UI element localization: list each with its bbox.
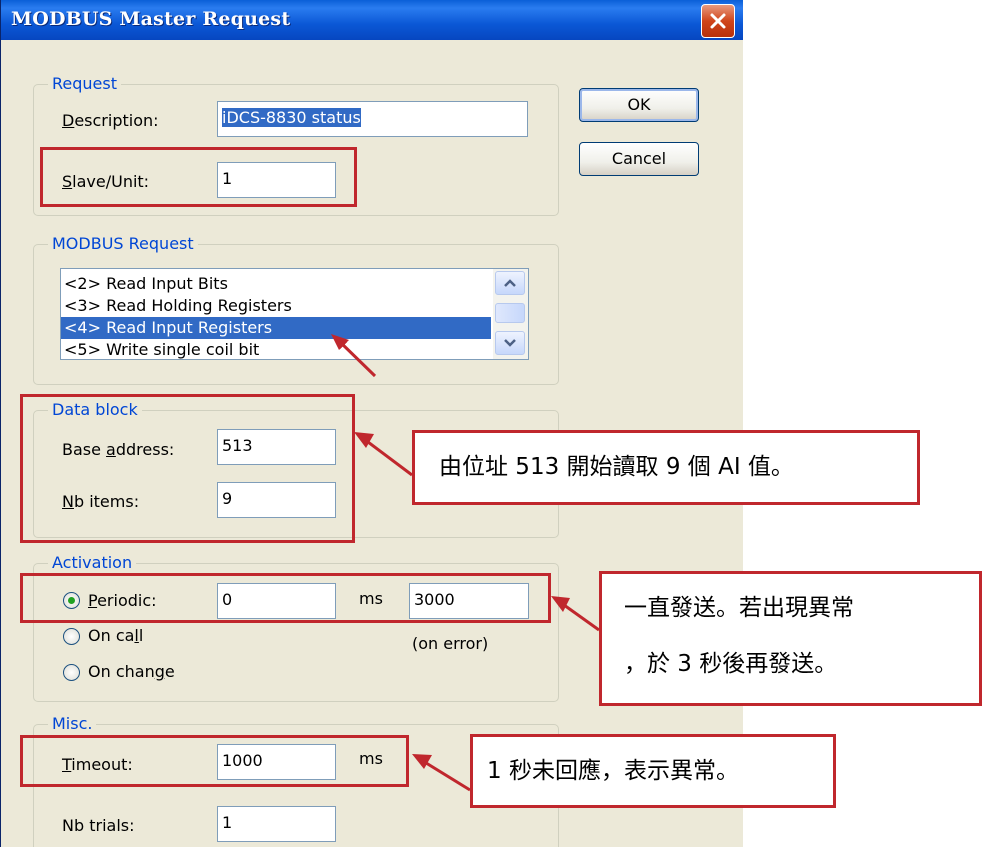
annotation-arrows xyxy=(331,334,600,792)
